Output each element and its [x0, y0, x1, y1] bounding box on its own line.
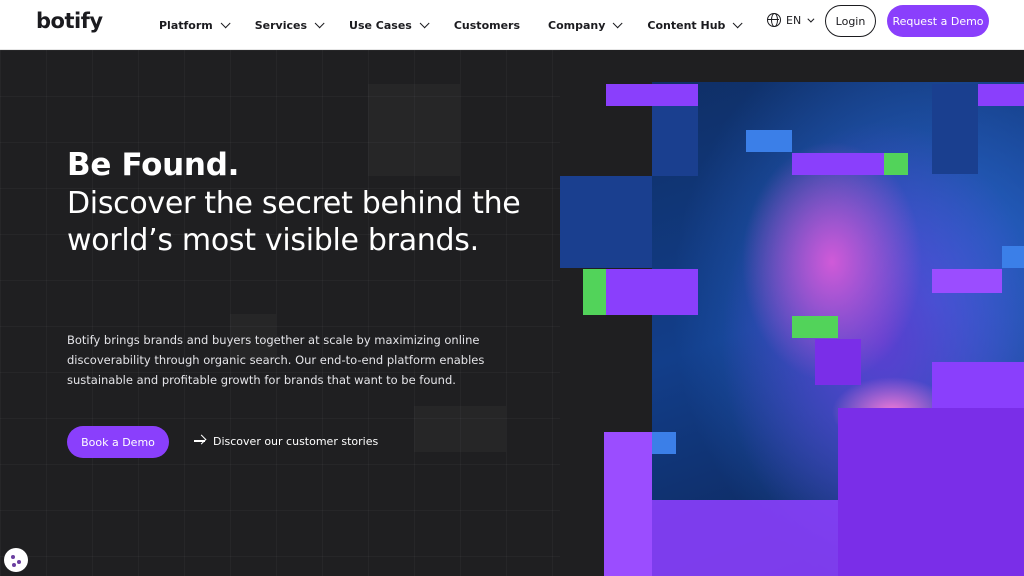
pixel-block — [978, 84, 1024, 106]
pixel-block — [560, 176, 652, 268]
grid-background — [0, 50, 560, 576]
pixel-block — [792, 153, 884, 175]
globe-icon — [767, 13, 781, 27]
botify-logo[interactable]: botify — [36, 9, 103, 33]
pixel-block — [932, 269, 1002, 293]
cookie-icon[interactable] — [4, 548, 28, 572]
chevron-down-icon — [613, 17, 623, 28]
chevron-down-icon — [419, 17, 430, 28]
language-label: EN — [786, 13, 802, 27]
customer-stories-link[interactable]: Discover our customer stories — [193, 434, 378, 448]
pixel-block — [652, 106, 698, 176]
nav-services-label: Services — [254, 18, 308, 32]
request-demo-button[interactable]: Request a Demo — [887, 5, 989, 37]
nav-platform[interactable]: Platform — [159, 17, 231, 32]
pixel-block — [815, 339, 861, 385]
pixel-block — [606, 84, 698, 106]
pixel-block — [1002, 246, 1024, 268]
hero-artwork — [560, 50, 1024, 576]
chevron-down-icon — [220, 17, 231, 28]
site-header: botify Platform Services Use Cases Custo… — [0, 0, 1024, 50]
main-nav: Platform Services Use Cases Customers Co… — [159, 0, 744, 50]
hero-title: Be Found. — [67, 147, 240, 183]
nav-platform-label: Platform — [159, 18, 213, 32]
pixel-block — [746, 130, 792, 152]
nav-customers-label: Customers — [453, 18, 521, 32]
pixel-block — [583, 269, 606, 315]
hero-subtitle: Discover the secret behind the world’s m… — [67, 186, 521, 258]
arrow-right-icon — [193, 434, 207, 448]
chevron-down-icon — [733, 17, 744, 28]
hero-description: Botify brings brands and buyers together… — [67, 333, 485, 387]
pixel-block — [792, 316, 838, 338]
pixel-block — [606, 269, 698, 315]
cookie-chip — [17, 560, 21, 564]
nav-use-cases-label: Use Cases — [349, 18, 412, 32]
pixel-block — [838, 408, 1024, 454]
nav-services[interactable]: Services — [254, 17, 325, 32]
nav-company[interactable]: Company — [548, 17, 623, 32]
nav-customers[interactable]: Customers — [454, 19, 520, 32]
book-demo-button[interactable]: Book a Demo — [67, 426, 169, 458]
pixel-block — [838, 454, 1024, 576]
pixel-block — [932, 362, 1024, 408]
nav-content-hub-label: Content Hub — [647, 18, 726, 32]
chevron-down-icon — [314, 17, 325, 28]
pixel-block — [652, 432, 676, 454]
grid-cell-highlight — [368, 84, 460, 176]
cookie-chip — [11, 555, 15, 559]
customer-stories-label: Discover our customer stories — [213, 434, 379, 448]
pixel-block — [652, 500, 838, 576]
cookie-chip — [12, 563, 16, 567]
pixel-block — [604, 432, 652, 576]
nav-content-hub[interactable]: Content Hub — [647, 17, 744, 32]
login-button[interactable]: Login — [825, 5, 876, 37]
pixel-block — [932, 84, 978, 174]
nav-company-label: Company — [548, 18, 606, 32]
chevron-down-icon — [807, 15, 815, 23]
grid-cell-highlight — [414, 406, 506, 452]
nav-use-cases[interactable]: Use Cases — [349, 17, 430, 32]
hero-section: Be Found. Discover the secret behind the… — [0, 50, 1024, 576]
pixel-block — [884, 153, 908, 175]
language-selector[interactable]: EN — [767, 13, 815, 27]
